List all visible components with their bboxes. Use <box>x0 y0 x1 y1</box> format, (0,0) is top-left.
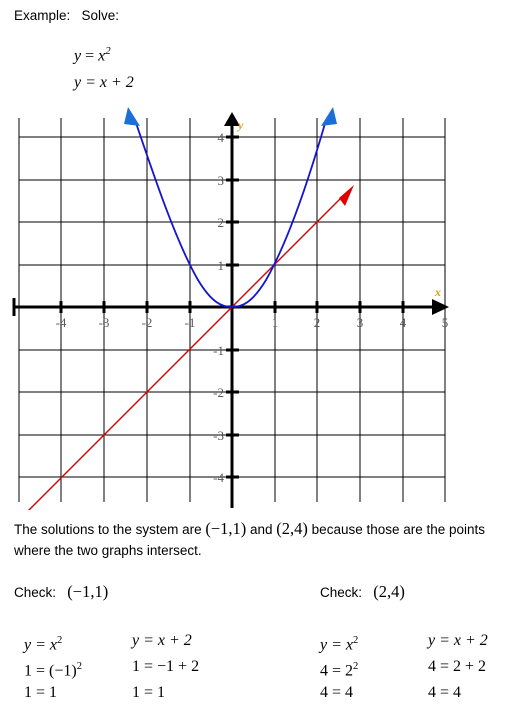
x-tick-label: 5 <box>442 315 449 330</box>
work-row-text: y = x + 2 <box>428 632 488 649</box>
work-row-text: 4 = 2 + 2 <box>428 658 487 675</box>
x-tick-labels: -4 -3 -2 -1 1 2 3 4 5 <box>56 315 449 330</box>
solution-text-part-2: and <box>246 522 277 537</box>
work-row: 4 = 4 <box>428 680 488 706</box>
work-row-exponent: 2 <box>57 635 63 646</box>
line-curve <box>28 185 354 510</box>
x-tick-label: 1 <box>272 315 279 330</box>
work-row: y = x + 2 <box>132 628 199 654</box>
x-tick-label: -2 <box>142 315 153 330</box>
check-left-column-a: y = x2 1 = (−1)2 1 = 1 <box>24 628 82 706</box>
work-row: 1 = (−1)2 <box>24 654 82 680</box>
y-axis <box>224 112 240 508</box>
x-tick-label: 2 <box>314 315 321 330</box>
check-right-point: (2,4) <box>373 582 405 601</box>
y-tick-label: -4 <box>213 470 224 485</box>
work-row: 1 = 1 <box>24 680 82 706</box>
work-row: y = x + 2 <box>428 628 488 654</box>
check-right-label: Check: <box>320 585 363 600</box>
graph-svg: y x -4 -3 -2 -1 1 2 3 4 5 4 3 2 1 -1 -2 … <box>12 107 449 510</box>
work-row-text: 1 = −1 + 2 <box>132 658 200 675</box>
solution-point-2: (2,4) <box>276 519 308 538</box>
y-tick-label: -1 <box>213 343 224 358</box>
check-right-header: Check: (2,4) <box>320 582 405 602</box>
work-row-text: y = x <box>320 636 353 654</box>
system-equation-2: y = x + 2 <box>74 74 134 92</box>
check-left-label: Check: <box>14 585 57 600</box>
system-equation-1: y = x2 <box>74 45 111 65</box>
work-row-text: 1 = 1 <box>24 684 58 701</box>
check-right-column-a: y = x2 4 = 22 4 = 4 <box>320 628 358 706</box>
solution-point-1: (−1,1) <box>205 519 247 538</box>
check-right-column-b: y = x + 2 4 = 2 + 2 4 = 4 <box>428 628 488 706</box>
x-axis-label: x <box>434 285 441 299</box>
work-row-text: 1 = (−1) <box>24 662 77 680</box>
x-tick-label: 4 <box>400 315 407 330</box>
solution-paragraph: The solutions to the system are (−1,1) a… <box>14 518 509 561</box>
work-row-text: 4 = 4 <box>428 684 462 701</box>
page-title: Example: Solve: <box>14 8 120 23</box>
work-row-text: 1 = 1 <box>132 684 166 701</box>
check-left-header: Check: (−1,1) <box>14 582 108 602</box>
work-row: 1 = −1 + 2 <box>132 654 199 680</box>
check-left-point: (−1,1) <box>67 582 109 601</box>
equation-1-relation: = <box>81 47 99 65</box>
y-axis-label: y <box>236 118 244 132</box>
work-row-text: y = x + 2 <box>132 632 192 649</box>
work-row-text: y = x <box>24 636 57 654</box>
work-row: 4 = 4 <box>320 680 358 706</box>
y-tick-label: 2 <box>218 215 225 230</box>
work-row: 1 = 1 <box>132 680 199 706</box>
equation-2-text: y = x + 2 <box>74 74 134 91</box>
y-tick-label: 3 <box>218 173 225 188</box>
y-tick-label: -2 <box>213 385 224 400</box>
work-row-exponent: 2 <box>353 635 359 646</box>
y-tick-label: 1 <box>218 258 225 273</box>
work-row-exponent: 2 <box>76 661 82 672</box>
x-tick-label: -4 <box>56 315 67 330</box>
equation-1-exponent: 2 <box>105 45 111 57</box>
y-tick-label: -3 <box>213 428 224 443</box>
check-left-column-b: y = x + 2 1 = −1 + 2 1 = 1 <box>132 628 199 706</box>
x-tick-label: 3 <box>357 315 364 330</box>
work-row-text: 4 = 2 <box>320 662 354 680</box>
solution-text-part-1: The solutions to the system are <box>14 522 206 537</box>
work-row: 4 = 2 + 2 <box>428 654 488 680</box>
work-row-exponent: 2 <box>353 661 359 672</box>
y-tick-label: 4 <box>218 130 225 145</box>
work-row: y = x2 <box>24 628 82 654</box>
x-tick-label: -3 <box>99 315 110 330</box>
coordinate-graph: y x -4 -3 -2 -1 1 2 3 4 5 4 3 2 1 -1 -2 … <box>0 100 519 510</box>
work-row: 4 = 22 <box>320 654 358 680</box>
work-row: y = x2 <box>320 628 358 654</box>
x-tick-label: -1 <box>185 315 196 330</box>
work-row-text: 4 = 4 <box>320 684 354 701</box>
